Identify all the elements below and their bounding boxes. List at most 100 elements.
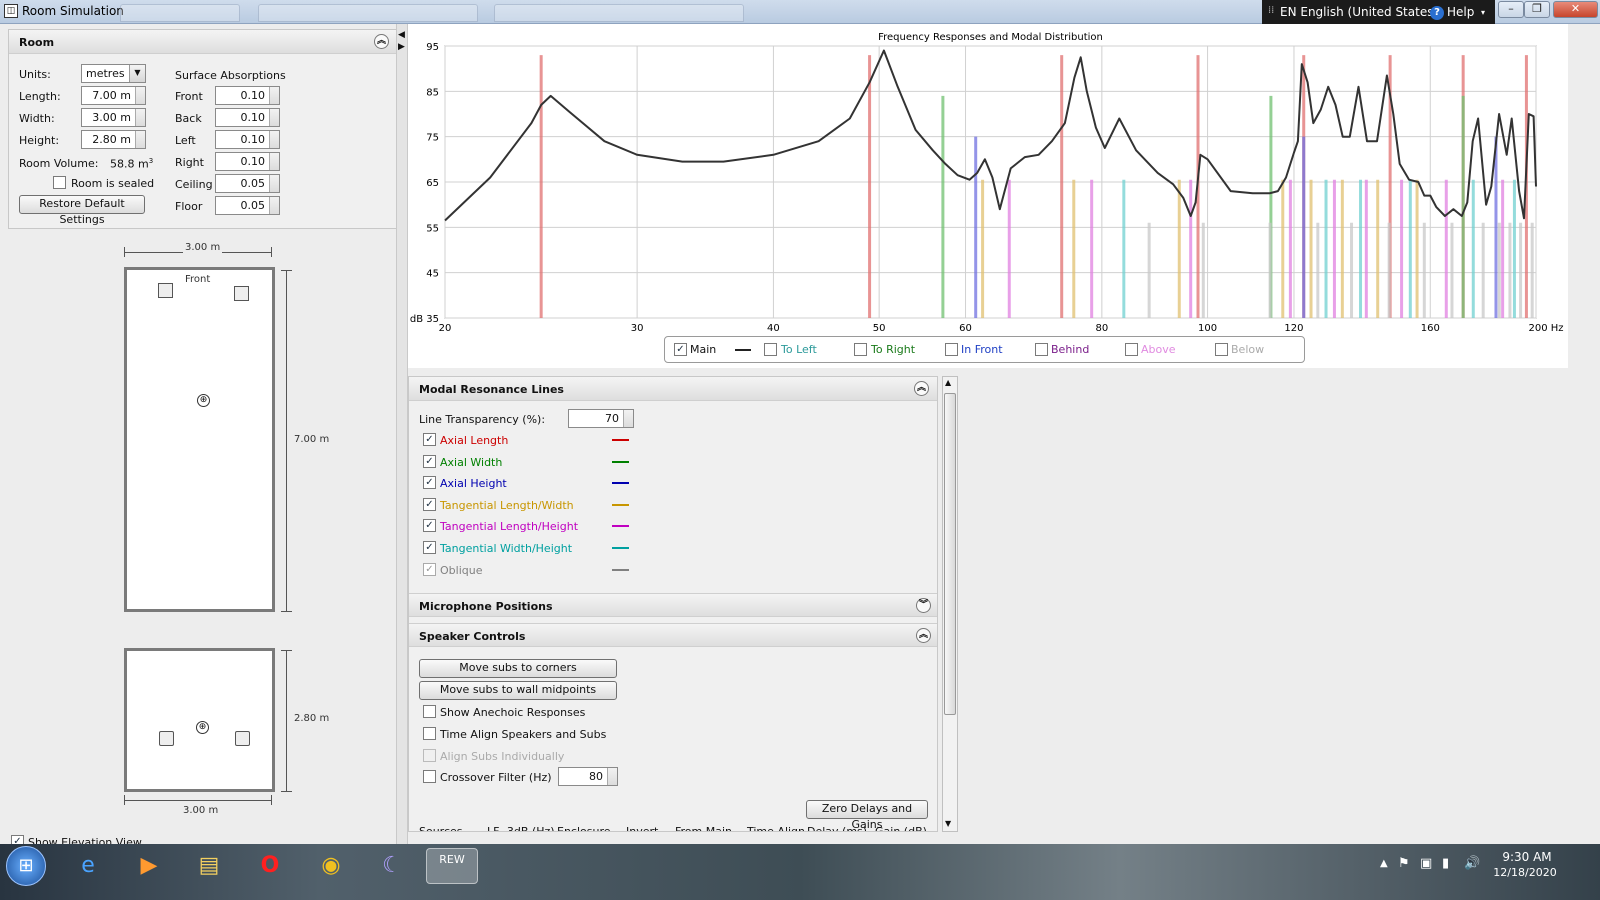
modal-panel-header[interactable]: Modal Resonance Lines ︽ <box>409 377 937 401</box>
language-bar[interactable]: ⁞⁞ EN English (United States) ? Help ▾ <box>1262 0 1495 25</box>
to-right-checkbox[interactable] <box>854 343 867 356</box>
clock-time[interactable]: 9:30 AM <box>1497 850 1557 864</box>
scroll-up-icon[interactable]: ▲ <box>945 378 951 387</box>
collapse-icon[interactable]: ︽ <box>914 381 929 396</box>
table-column-header[interactable]: Gain (dB) <box>875 825 927 831</box>
app-swirl-icon[interactable]: ☾ <box>366 848 418 884</box>
crossover-checkbox[interactable] <box>423 770 436 783</box>
in-front-checkbox[interactable] <box>945 343 958 356</box>
panel-splitter[interactable]: ◀ ▶ <box>396 24 408 844</box>
transparency-spinner[interactable]: 70 <box>568 409 634 428</box>
crossover-spinner[interactable]: 80 <box>558 767 618 786</box>
collapse-icon[interactable]: ︽ <box>374 34 389 49</box>
table-column-header[interactable]: Sources <box>419 825 463 831</box>
chevron-down-icon[interactable]: ▼ <box>129 65 145 82</box>
absorption-spinner-right[interactable]: 0.10 <box>215 152 280 171</box>
height-spinner[interactable]: 2.80 m <box>81 130 146 149</box>
main-checkbox[interactable]: ✓ <box>674 343 687 356</box>
absorption-spinner-ceiling[interactable]: 0.05 <box>215 174 280 193</box>
room-elevation[interactable]: ⊕ <box>124 648 275 792</box>
modal-checkbox[interactable]: ✓ <box>423 497 436 511</box>
collapse-left-icon[interactable]: ◀ <box>398 30 405 40</box>
clock-date[interactable]: 12/18/2020 <box>1490 866 1560 879</box>
modal-checkbox[interactable]: ✓ <box>423 541 436 554</box>
room-plan[interactable]: Front ⊕ <box>124 267 275 612</box>
close-button[interactable]: ✕ <box>1553 1 1598 18</box>
expand-right-icon[interactable]: ▶ <box>398 42 405 52</box>
panel-scrollbar[interactable]: ▲ ▼ <box>942 376 958 832</box>
grip-icon: ⁞⁞ <box>1268 5 1275 16</box>
security-icon[interactable]: ▣ <box>1420 856 1432 871</box>
table-column-header[interactable]: Enclosure <box>557 825 611 831</box>
modal-checkbox[interactable]: ✓ <box>423 454 436 468</box>
microphone-icon[interactable]: ⊕ <box>197 394 210 407</box>
scroll-thumb[interactable] <box>944 393 956 715</box>
absorption-spinner-front[interactable]: 0.10 <box>215 86 280 105</box>
below-checkbox[interactable] <box>1215 343 1228 356</box>
absorption-spinner-back[interactable]: 0.10 <box>215 108 280 127</box>
units-select[interactable]: metres ▼ <box>81 64 146 83</box>
speaker-left-icon[interactable] <box>159 731 174 746</box>
frequency-response-graph[interactable]: Frequency Responses and Modal Distributi… <box>408 24 1568 368</box>
network-icon[interactable]: ▮ <box>1442 856 1449 871</box>
file-explorer-icon[interactable]: ▤ <box>183 848 235 884</box>
mic-panel-header[interactable]: Microphone Positions ︾ <box>409 593 937 617</box>
modal-checkbox[interactable]: ✓ <box>423 476 436 490</box>
above-checkbox[interactable] <box>1125 343 1138 356</box>
scroll-down-icon[interactable]: ▼ <box>945 819 951 828</box>
x-tick-label: 30 <box>631 323 644 334</box>
show-hidden-icons[interactable]: ▲ <box>1380 858 1388 869</box>
table-column-header[interactable]: Invert <box>626 825 658 831</box>
flag-icon[interactable]: ⚑ <box>1398 856 1410 871</box>
modal-checkbox[interactable]: ✓ <box>423 519 436 533</box>
room-panel-header[interactable]: Room ︽ <box>9 30 397 54</box>
align-subs-checkbox[interactable] <box>423 749 436 762</box>
zero-delays-button[interactable]: Zero Delays and Gains <box>806 800 928 831</box>
anechoic-checkbox[interactable] <box>423 705 436 718</box>
speaker-left-icon[interactable] <box>158 283 173 298</box>
volume-icon[interactable]: 🔊 <box>1464 856 1480 871</box>
chart-svg[interactable]: Frequency Responses and Modal Distributi… <box>408 24 1568 368</box>
move-subs-corners-button[interactable]: Move subs to corners <box>419 659 617 678</box>
legend-behind: Behind <box>1051 343 1090 356</box>
opera-icon[interactable]: O <box>244 848 296 884</box>
x-tick-label: 100 <box>1198 323 1217 334</box>
restore-button[interactable]: ❐ <box>1524 1 1550 18</box>
table-column-header[interactable]: Time Align <box>747 825 805 831</box>
to-left-checkbox[interactable] <box>764 343 777 356</box>
media-player-icon[interactable]: ▶ <box>123 848 175 884</box>
width-spinner[interactable]: 3.00 m <box>81 108 146 127</box>
modal-checkbox[interactable]: ✓ <box>423 433 436 446</box>
speaker-right-icon[interactable] <box>235 731 250 746</box>
chrome-icon[interactable]: ◉ <box>305 848 357 884</box>
modal-item-label: Axial Width <box>440 455 503 469</box>
expand-icon[interactable]: ︾ <box>916 598 931 613</box>
table-column-header[interactable]: From Main <box>675 825 732 831</box>
time-align-checkbox[interactable] <box>423 727 436 740</box>
minimize-button[interactable]: – <box>1498 1 1524 18</box>
speaker-right-icon[interactable] <box>234 286 249 301</box>
collapse-icon[interactable]: ︽ <box>916 628 931 643</box>
rew-app-icon[interactable]: REW <box>426 848 478 884</box>
length-spinner[interactable]: 7.00 m <box>81 86 146 105</box>
move-subs-midpoints-button[interactable]: Move subs to wall midpoints <box>419 681 617 700</box>
speaker-panel-header[interactable]: Speaker Controls ︽ <box>409 623 937 647</box>
behind-checkbox[interactable] <box>1035 343 1048 356</box>
help-label[interactable]: Help <box>1447 5 1474 19</box>
microphone-icon[interactable]: ⊕ <box>196 721 209 734</box>
modal-item-label: Oblique <box>440 563 483 577</box>
absorption-spinner-floor[interactable]: 0.05 <box>215 196 280 215</box>
modal-item-label: Tangential Width/Height <box>440 542 573 555</box>
legend-to-right: To Right <box>871 343 916 356</box>
internet-explorer-icon[interactable]: e <box>62 848 114 884</box>
room-sealed-checkbox[interactable] <box>53 176 66 189</box>
modal-checkbox[interactable]: ✓ <box>423 562 436 576</box>
language-bar-menu-icon[interactable]: ▾ <box>1481 8 1485 17</box>
absorption-spinner-left[interactable]: 0.10 <box>215 130 280 149</box>
help-icon[interactable]: ? <box>1430 6 1444 20</box>
table-column-header[interactable]: Delay (ms) <box>807 825 867 831</box>
start-button[interactable]: ⊞ <box>6 846 46 886</box>
language-indicator[interactable]: EN English (United States) <box>1280 5 1438 19</box>
restore-defaults-button[interactable]: Restore Default Settings <box>19 195 145 226</box>
table-column-header[interactable]: LF -3dB (Hz) <box>487 825 555 831</box>
